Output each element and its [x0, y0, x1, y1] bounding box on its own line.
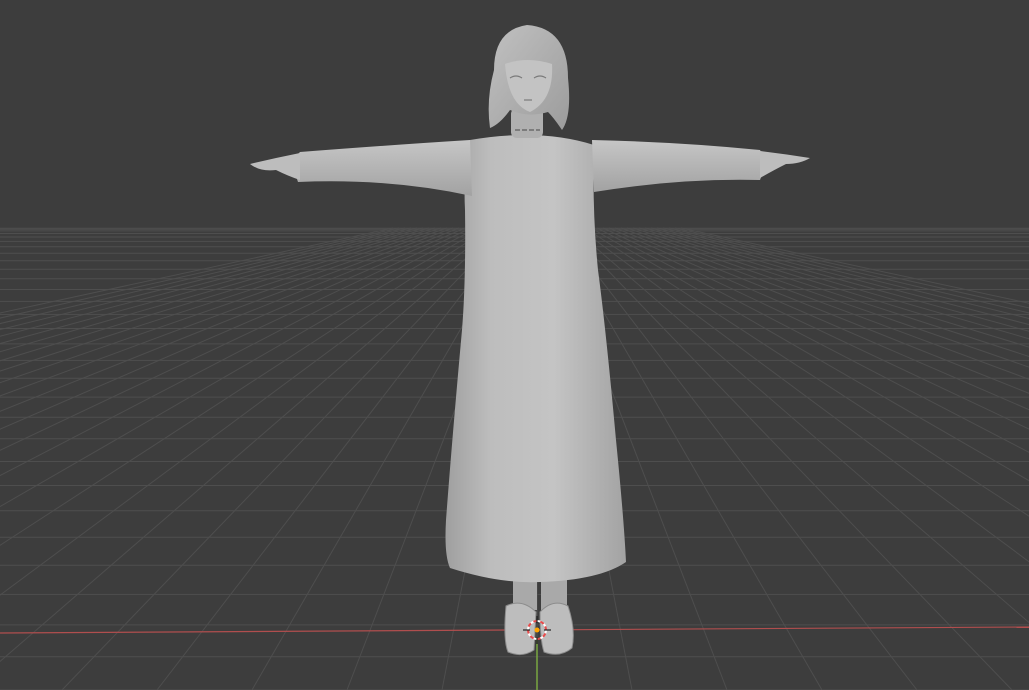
- 3d-viewport[interactable]: [0, 0, 1029, 690]
- viewport-canvas[interactable]: [0, 0, 1029, 690]
- origin-point-icon: [534, 627, 540, 633]
